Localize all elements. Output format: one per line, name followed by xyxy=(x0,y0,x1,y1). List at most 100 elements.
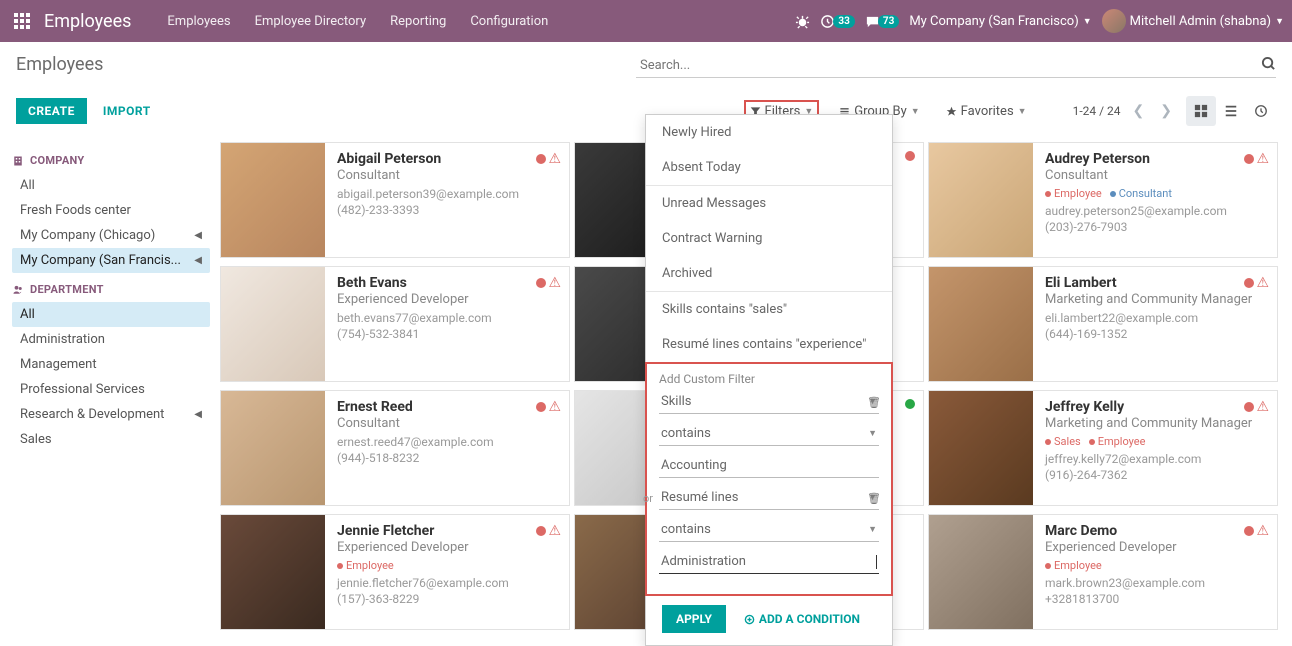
nav-employees[interactable]: Employees xyxy=(155,14,242,29)
list-view-button[interactable] xyxy=(1216,96,1246,126)
employee-email: audrey.peterson25@example.com xyxy=(1045,204,1267,218)
activity-view-button[interactable] xyxy=(1246,96,1276,126)
apps-menu-icon[interactable] xyxy=(8,7,36,35)
employee-card[interactable]: Audrey PetersonConsultantEmployeeConsult… xyxy=(928,142,1278,258)
filter-value-input-2[interactable]: Administration xyxy=(659,550,879,574)
tag: Employee xyxy=(337,559,394,572)
trash-icon[interactable]: 🗑 xyxy=(867,396,881,409)
sidebar-dept-item[interactable]: All xyxy=(12,302,210,327)
filter-field-select-2[interactable]: Resumé lines▼ xyxy=(659,486,879,510)
status-dot-icon xyxy=(1244,526,1254,536)
sidebar-company-item[interactable]: Fresh Foods center xyxy=(12,198,210,223)
sidebar-dept-item[interactable]: Professional Services xyxy=(12,377,210,402)
employee-card[interactable]: Ernest ReedConsultanternest.reed47@examp… xyxy=(220,390,570,506)
favorites-toggle[interactable]: Favorites ▼ xyxy=(940,100,1033,123)
pager-next[interactable]: ❯ xyxy=(1156,99,1176,123)
employee-photo xyxy=(221,143,325,257)
trash-icon[interactable]: 🗑 xyxy=(867,492,881,505)
filter-op-select-2[interactable]: contains▼ xyxy=(659,518,879,542)
user-label: Mitchell Admin (shabna) xyxy=(1130,14,1271,29)
control-bar: Employees xyxy=(0,42,1292,90)
status-dot-icon xyxy=(1244,278,1254,288)
or-label: or xyxy=(643,492,653,505)
status-dot-icon xyxy=(536,402,546,412)
sidebar-dept-item[interactable]: Sales xyxy=(12,427,210,452)
employee-name: Audrey Peterson xyxy=(1045,151,1267,167)
employee-photo xyxy=(221,391,325,505)
create-button[interactable]: CREATE xyxy=(16,98,87,124)
filter-option[interactable]: Absent Today xyxy=(646,150,892,185)
pager: 1-24 / 24 ❮ ❯ xyxy=(1073,99,1176,123)
employee-name: Jennie Fletcher xyxy=(337,523,559,539)
chevron-left-icon: ◀ xyxy=(194,255,202,266)
pager-prev[interactable]: ❮ xyxy=(1129,99,1149,123)
filter-option[interactable]: Unread Messages xyxy=(646,186,892,221)
custom-filter-header: Add Custom Filter xyxy=(659,372,879,386)
filter-value-input-1[interactable]: Accounting xyxy=(659,454,879,478)
messages-icon[interactable]: 73 xyxy=(865,14,899,29)
warning-icon: ⚠ xyxy=(1256,399,1269,415)
search-input[interactable] xyxy=(636,54,1276,78)
users-icon xyxy=(12,284,24,296)
filter-option[interactable]: Skills contains "sales" xyxy=(646,292,892,327)
employee-email: jennie.fletcher76@example.com xyxy=(337,576,559,590)
warning-icon: ⚠ xyxy=(1256,523,1269,539)
sidebar-company-item[interactable]: My Company (San Francis...◀ xyxy=(12,248,210,273)
star-icon xyxy=(946,106,957,117)
employee-card[interactable]: Beth EvansExperienced Developerbeth.evan… xyxy=(220,266,570,382)
employee-email: jeffrey.kelly72@example.com xyxy=(1045,452,1267,466)
sidebar-company-item[interactable]: All xyxy=(12,173,210,198)
filter-option[interactable]: Contract Warning xyxy=(646,221,892,256)
sidebar-dept-item[interactable]: Administration xyxy=(12,327,210,352)
activity-icon[interactable]: 33 xyxy=(820,14,854,29)
filter-option[interactable]: Archived xyxy=(646,256,892,291)
custom-filter-panel: Add Custom Filter Skills▼ 🗑 contains▼ Ac… xyxy=(645,362,893,596)
add-condition-button[interactable]: ADD A CONDITION xyxy=(744,612,860,626)
topbar: Employees Employees Employee Directory R… xyxy=(0,0,1292,42)
apply-button[interactable]: APPLY xyxy=(662,605,726,633)
import-button[interactable]: IMPORT xyxy=(103,104,151,118)
employee-photo xyxy=(929,143,1033,257)
employee-title: Marketing and Community Manager xyxy=(1045,292,1267,307)
user-menu[interactable]: Mitchell Admin (shabna) ▼ xyxy=(1102,9,1284,33)
nav-reporting[interactable]: Reporting xyxy=(378,14,458,29)
filter-field-select-1[interactable]: Skills▼ xyxy=(659,390,879,414)
search-icon[interactable] xyxy=(1261,56,1276,71)
employee-name: Ernest Reed xyxy=(337,399,559,415)
sidebar-dept-item[interactable]: Management xyxy=(12,352,210,377)
employee-card[interactable]: Marc DemoExperienced DeveloperEmployeema… xyxy=(928,514,1278,630)
plus-icon xyxy=(744,614,755,625)
employee-name: Beth Evans xyxy=(337,275,559,291)
chevron-left-icon: ◀ xyxy=(194,230,202,241)
employee-title: Consultant xyxy=(337,168,559,183)
company-switcher[interactable]: My Company (San Francisco) ▼ xyxy=(909,14,1091,29)
nav-configuration[interactable]: Configuration xyxy=(458,14,560,29)
warning-icon: ⚠ xyxy=(548,523,561,539)
employee-photo xyxy=(929,515,1033,629)
warning-icon: ⚠ xyxy=(548,399,561,415)
status-dot-icon xyxy=(536,526,546,536)
employee-email: ernest.reed47@example.com xyxy=(337,435,559,449)
employee-card[interactable]: Eli LambertMarketing and Community Manag… xyxy=(928,266,1278,382)
employee-card[interactable]: Jennie FletcherExperienced DeveloperEmpl… xyxy=(220,514,570,630)
caret-down-icon: ▼ xyxy=(1275,16,1284,27)
employee-title: Marketing and Community Manager xyxy=(1045,416,1267,431)
filter-op-select-1[interactable]: contains▼ xyxy=(659,422,879,446)
employee-card[interactable]: Abigail PetersonConsultantabigail.peters… xyxy=(220,142,570,258)
sidebar-company-item[interactable]: My Company (Chicago)◀ xyxy=(12,223,210,248)
employee-phone: +3281813700 xyxy=(1045,592,1267,606)
employee-phone: (644)-169-1352 xyxy=(1045,327,1267,341)
filter-option[interactable]: Resumé lines contains "experience" xyxy=(646,327,892,362)
nav-employee-directory[interactable]: Employee Directory xyxy=(243,14,379,29)
building-icon xyxy=(12,155,24,167)
pager-text: 1-24 / 24 xyxy=(1073,104,1121,118)
sidebar-dept-item[interactable]: Research & Development◀ xyxy=(12,402,210,427)
employee-phone: (157)-363-8229 xyxy=(337,592,559,606)
filter-option[interactable]: Newly Hired xyxy=(646,115,892,150)
caret-down-icon: ▼ xyxy=(911,106,920,117)
employee-email: beth.evans77@example.com xyxy=(337,311,559,325)
employee-card[interactable]: Jeffrey KellyMarketing and Community Man… xyxy=(928,390,1278,506)
debug-icon[interactable] xyxy=(795,14,810,29)
filters-dropdown: Newly HiredAbsent TodayUnread MessagesCo… xyxy=(645,114,893,646)
kanban-view-button[interactable] xyxy=(1186,96,1216,126)
